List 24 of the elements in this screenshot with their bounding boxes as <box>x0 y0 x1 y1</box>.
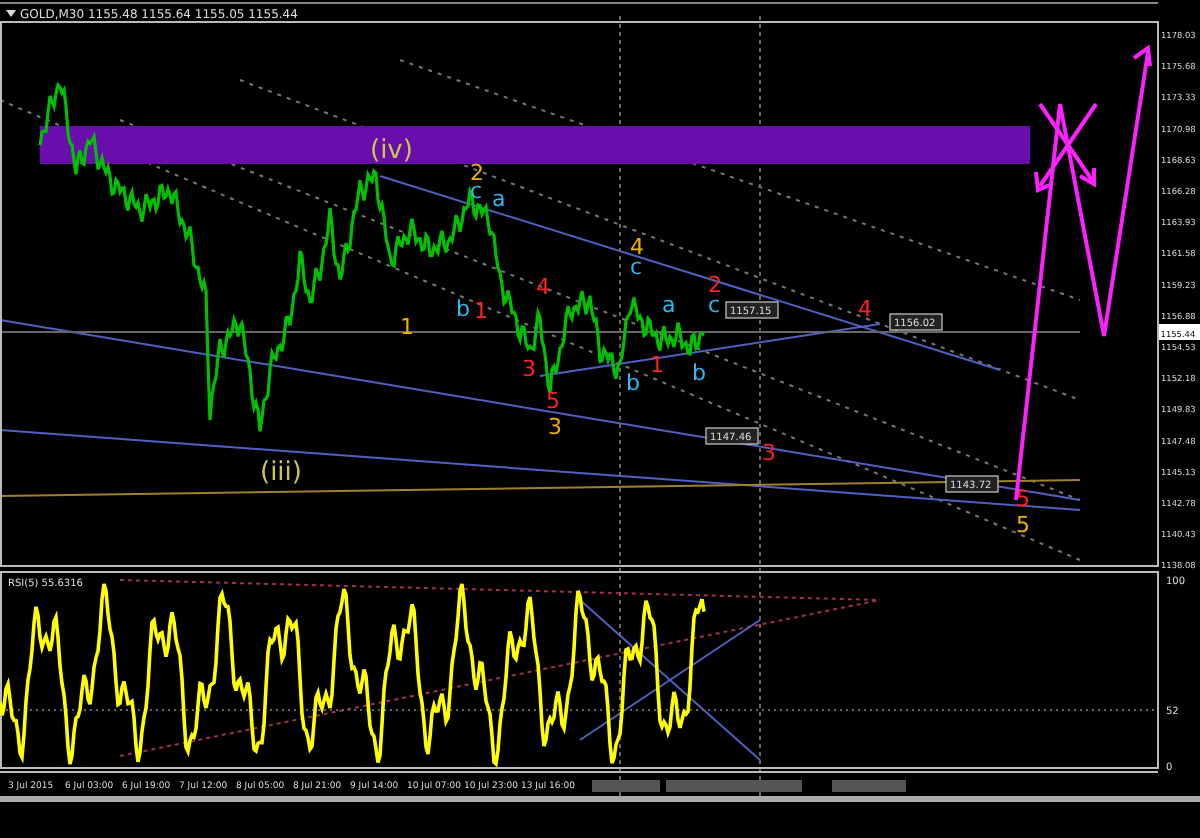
wave-label: 1 <box>474 298 488 324</box>
wave-label: b <box>456 296 470 322</box>
wave-label: (iv) <box>370 136 413 166</box>
time-marker-block <box>592 780 660 792</box>
wave-label: 4 <box>536 274 550 300</box>
time-marker-block <box>666 780 802 792</box>
wave-label: 5 <box>1016 512 1030 538</box>
wave-label: 1 <box>650 352 664 378</box>
wave-label: c <box>708 292 721 318</box>
wave-label: a <box>492 186 506 212</box>
wave-label: b <box>626 370 640 396</box>
wave-label: 1 <box>400 314 414 340</box>
wave-label: b <box>692 360 706 386</box>
wave-label: (iii) <box>260 458 302 488</box>
wave-label: 4 <box>630 234 644 260</box>
wave-label: c <box>630 254 643 280</box>
wave-label: 5 <box>1016 486 1030 512</box>
wave-label: 3 <box>548 414 562 440</box>
wave-label: 3 <box>522 356 536 382</box>
wave-label: a <box>662 292 676 318</box>
time-marker-block <box>832 780 906 792</box>
wave-label: 4 <box>858 296 872 322</box>
dropdown-triangle-icon[interactable] <box>6 10 16 17</box>
wave-label: 5 <box>546 388 560 414</box>
